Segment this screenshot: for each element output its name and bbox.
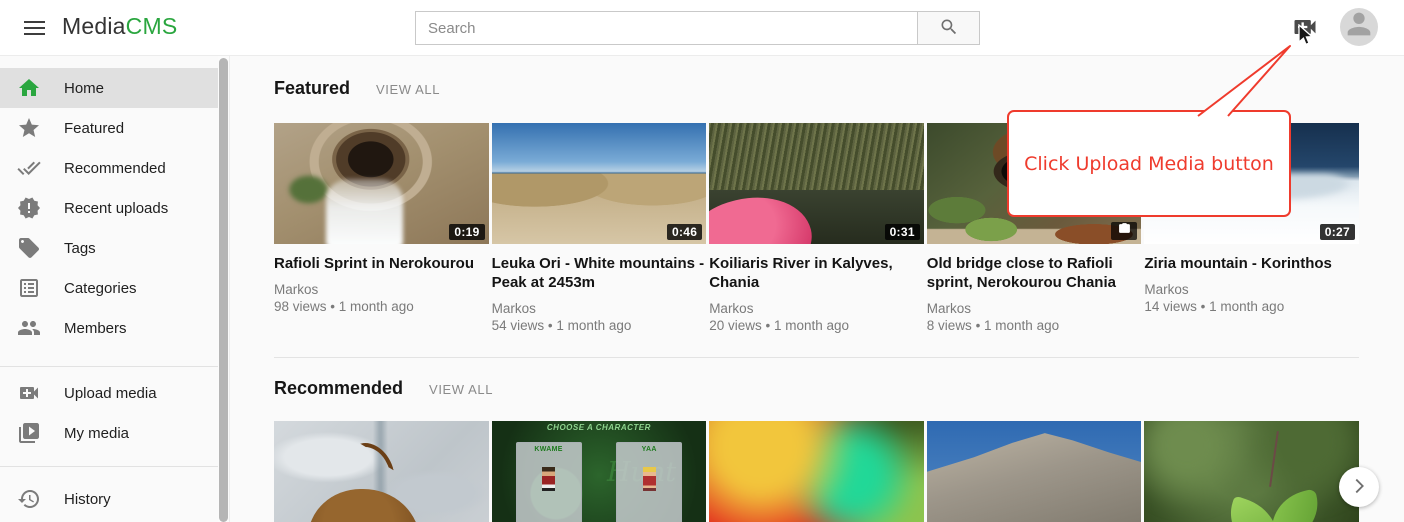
media-meta: 8 views • 1 month ago [927, 317, 1142, 335]
media-card [709, 421, 924, 522]
duration-badge: 0:27 [1320, 224, 1355, 240]
media-card [927, 421, 1142, 522]
media-author: Markos [274, 281, 489, 298]
character-panel-right: YAA [616, 442, 682, 522]
duration-badge: 0:46 [667, 224, 702, 240]
sidebar-item-home[interactable]: Home [0, 68, 218, 108]
sidebar-item-label: Categories [64, 280, 137, 297]
media-author: Markos [927, 300, 1142, 317]
sidebar-item-featured[interactable]: Featured [0, 108, 218, 148]
media-author: Markos [709, 300, 924, 317]
media-card: Hunt CHOOSE A CHARACTER KWAME YAA Select… [492, 421, 707, 522]
media-meta: 54 views • 1 month ago [492, 317, 707, 335]
sidebar-item-recommended[interactable]: Recommended [0, 148, 218, 188]
app-logo[interactable]: MediaCMS [62, 13, 177, 40]
media-card: 0:19 Rafioli Sprint in Nerokourou Markos… [274, 123, 489, 335]
sidebar-item-recent-uploads[interactable]: Recent uploads [0, 188, 218, 228]
camera-icon [1118, 222, 1131, 240]
video-call-icon [17, 381, 41, 405]
sidebar-item-label: Upload media [64, 385, 157, 402]
section-title-featured: Featured [274, 78, 350, 99]
sidebar-scrollbar-thumb[interactable] [219, 58, 228, 522]
media-meta: 98 views • 1 month ago [274, 298, 489, 316]
media-title[interactable]: Leuka Ori - White mountains - Peak at 24… [492, 254, 707, 292]
media-author: Markos [492, 300, 707, 317]
video-thumbnail[interactable]: 0:19 [274, 123, 489, 244]
video-thumbnail[interactable]: 0:31 [709, 123, 924, 244]
photo-badge [1111, 222, 1137, 240]
sidebar-item-label: My media [64, 425, 129, 442]
media-card: 0:31 Koiliaris River in Kalyves, Chania … [709, 123, 924, 335]
video-thumbnail[interactable] [274, 421, 489, 522]
sidebar-item-label: Recent uploads [64, 200, 168, 217]
search-input[interactable] [415, 11, 917, 45]
sidebar-item-my-media[interactable]: My media [0, 413, 218, 453]
sidebar-item-categories[interactable]: Categories [0, 268, 218, 308]
sidebar-item-label: Tags [64, 240, 96, 257]
menu-toggle-button[interactable] [14, 8, 54, 48]
list-alt-icon [17, 276, 41, 300]
tooltip-text: Click Upload Media button [1024, 153, 1274, 175]
tag-icon [17, 236, 41, 260]
video-thumbnail[interactable]: Hunt CHOOSE A CHARACTER KWAME YAA Select… [492, 421, 707, 522]
media-title[interactable]: Koiliaris River in Kalyves, Chania [709, 254, 924, 292]
sidebar: Home Featured Recommended Recent uploads… [0, 56, 218, 522]
featured-view-all-link[interactable]: VIEW ALL [376, 82, 440, 97]
person-icon [1342, 8, 1376, 46]
recommended-cards-row: Hunt CHOOSE A CHARACTER KWAME YAA Select… [274, 421, 1359, 522]
logo-media-text: Media [62, 13, 126, 39]
recommended-view-all-link[interactable]: VIEW ALL [429, 382, 493, 397]
sidebar-item-label: Recommended [64, 160, 166, 177]
media-card [1144, 421, 1359, 522]
home-icon [17, 76, 41, 100]
sidebar-item-label: Featured [64, 120, 124, 137]
video-library-icon [17, 421, 41, 445]
media-title[interactable]: Ziria mountain - Korinthos [1144, 254, 1359, 273]
user-avatar[interactable] [1340, 8, 1378, 46]
section-divider [274, 357, 1359, 358]
media-title[interactable]: Old bridge close to Rafioli sprint, Nero… [927, 254, 1142, 292]
new-releases-icon [17, 196, 41, 220]
sidebar-item-members[interactable]: Members [0, 308, 218, 348]
media-title[interactable]: Rafioli Sprint in Nerokourou [274, 254, 489, 273]
video-thumbnail[interactable] [927, 421, 1142, 522]
media-meta: 20 views • 1 month ago [709, 317, 924, 335]
sidebar-item-label: History [64, 491, 111, 508]
character-panel-left: KWAME [516, 442, 582, 522]
history-icon [17, 487, 41, 511]
star-icon [17, 116, 41, 140]
carousel-next-button[interactable] [1339, 467, 1379, 507]
video-thumbnail[interactable]: 0:46 [492, 123, 707, 244]
section-title-recommended: Recommended [274, 378, 403, 399]
people-icon [17, 316, 41, 340]
chevron-right-icon [1348, 475, 1370, 500]
sidebar-item-tags[interactable]: Tags [0, 228, 218, 268]
sidebar-item-label: Members [64, 320, 127, 337]
duration-badge: 0:31 [885, 224, 920, 240]
sidebar-divider [0, 466, 218, 467]
sidebar-scrollbar [218, 56, 230, 522]
double-check-icon [17, 156, 41, 180]
video-thumbnail[interactable] [1144, 421, 1359, 522]
sidebar-item-history[interactable]: History [0, 479, 218, 519]
sidebar-item-label: Home [64, 80, 104, 97]
tooltip-callout: Click Upload Media button [1007, 110, 1291, 217]
search-icon [939, 17, 959, 40]
search-button[interactable] [917, 11, 980, 45]
recommended-section-header: Recommended VIEW ALL [274, 378, 1404, 400]
media-author: Markos [1144, 281, 1359, 298]
search-bar [415, 11, 980, 45]
media-card: 0:46 Leuka Ori - White mountains - Peak … [492, 123, 707, 335]
tooltip-pointer [1150, 38, 1320, 118]
media-card [274, 421, 489, 522]
thumb-heading-text: CHOOSE A CHARACTER [492, 423, 707, 432]
logo-cms-text: CMS [126, 13, 178, 39]
sidebar-divider [0, 366, 218, 367]
media-meta: 14 views • 1 month ago [1144, 298, 1359, 316]
video-thumbnail[interactable] [709, 421, 924, 522]
sidebar-item-upload-media[interactable]: Upload media [0, 373, 218, 413]
duration-badge: 0:19 [449, 224, 484, 240]
